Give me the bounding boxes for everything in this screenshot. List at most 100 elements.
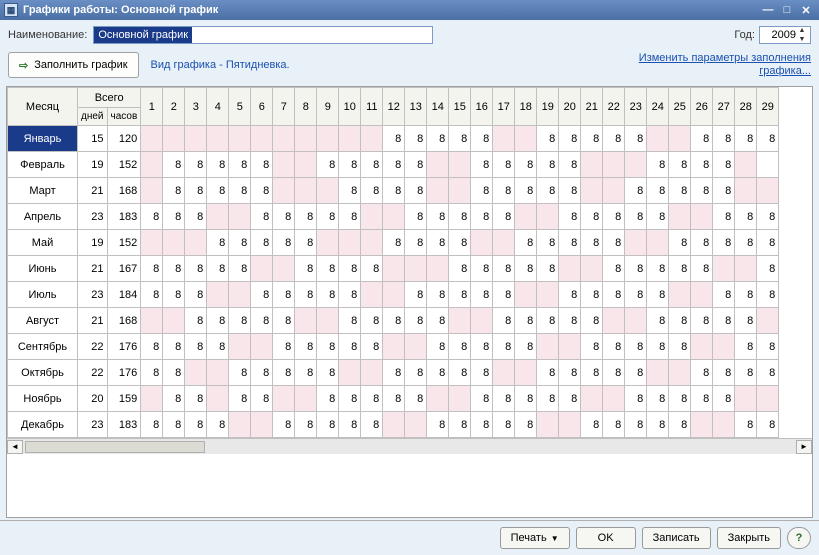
- day-cell[interactable]: 8: [383, 230, 405, 256]
- day-cell[interactable]: 8: [603, 334, 625, 360]
- day-cell[interactable]: 8: [339, 412, 361, 438]
- table-row[interactable]: Июнь2116788888888888888888888: [8, 256, 779, 282]
- month-cell[interactable]: Апрель: [8, 204, 78, 230]
- scroll-thumb[interactable]: [25, 441, 205, 453]
- day-cell[interactable]: 8: [251, 178, 273, 204]
- day-cell[interactable]: 8: [493, 256, 515, 282]
- day-cell[interactable]: [141, 178, 163, 204]
- day-cell[interactable]: [449, 152, 471, 178]
- day-cell[interactable]: [361, 282, 383, 308]
- day-cell[interactable]: [427, 386, 449, 412]
- day-cell[interactable]: 8: [603, 126, 625, 152]
- day-cell[interactable]: 8: [603, 412, 625, 438]
- day-cell[interactable]: [515, 126, 537, 152]
- schedule-grid[interactable]: МесяцВсего123456789101112131415161718192…: [7, 87, 779, 438]
- day-cell[interactable]: 8: [691, 126, 713, 152]
- month-cell[interactable]: Июль: [8, 282, 78, 308]
- help-button[interactable]: ?: [787, 527, 811, 549]
- day-cell[interactable]: 8: [361, 334, 383, 360]
- day-cell[interactable]: 8: [603, 230, 625, 256]
- day-cell[interactable]: 8: [713, 178, 735, 204]
- day-cell[interactable]: 8: [295, 412, 317, 438]
- day-cell[interactable]: 8: [603, 282, 625, 308]
- day-cell[interactable]: 8: [207, 230, 229, 256]
- day-cell[interactable]: [691, 282, 713, 308]
- day-cell[interactable]: 8: [713, 282, 735, 308]
- day-cell[interactable]: [229, 282, 251, 308]
- day-cell[interactable]: 8: [251, 230, 273, 256]
- close-window-button[interactable]: ✕: [797, 2, 815, 18]
- month-cell[interactable]: Август: [8, 308, 78, 334]
- scroll-right-icon[interactable]: ►: [796, 440, 812, 454]
- day-cell[interactable]: [449, 386, 471, 412]
- day-cell[interactable]: [141, 152, 163, 178]
- day-cell[interactable]: 8: [515, 334, 537, 360]
- day-cell[interactable]: [669, 204, 691, 230]
- day-cell[interactable]: 8: [339, 152, 361, 178]
- day-cell[interactable]: 8: [361, 256, 383, 282]
- day-cell[interactable]: [185, 230, 207, 256]
- day-cell[interactable]: [735, 152, 757, 178]
- day-cell[interactable]: 8: [295, 230, 317, 256]
- day-cell[interactable]: 8: [757, 230, 779, 256]
- day-cell[interactable]: 8: [537, 178, 559, 204]
- month-cell[interactable]: Март: [8, 178, 78, 204]
- day-cell[interactable]: 8: [449, 126, 471, 152]
- day-cell[interactable]: [537, 282, 559, 308]
- day-cell[interactable]: 8: [449, 282, 471, 308]
- day-cell[interactable]: 8: [735, 204, 757, 230]
- day-cell[interactable]: 8: [163, 282, 185, 308]
- day-cell[interactable]: 8: [581, 282, 603, 308]
- day-cell[interactable]: 8: [141, 282, 163, 308]
- day-cell[interactable]: 8: [559, 308, 581, 334]
- day-cell[interactable]: 8: [185, 282, 207, 308]
- day-cell[interactable]: 8: [515, 230, 537, 256]
- day-cell[interactable]: [405, 334, 427, 360]
- day-cell[interactable]: 8: [713, 360, 735, 386]
- day-cell[interactable]: 8: [229, 178, 251, 204]
- day-cell[interactable]: 8: [515, 308, 537, 334]
- day-cell[interactable]: [207, 282, 229, 308]
- day-cell[interactable]: [625, 308, 647, 334]
- day-cell[interactable]: [339, 360, 361, 386]
- day-cell[interactable]: [735, 386, 757, 412]
- day-cell[interactable]: [581, 386, 603, 412]
- day-cell[interactable]: 8: [427, 308, 449, 334]
- day-cell[interactable]: [603, 152, 625, 178]
- table-row[interactable]: Август2116888888888888888888888: [8, 308, 779, 334]
- day-cell[interactable]: 8: [251, 152, 273, 178]
- day-cell[interactable]: 8: [317, 412, 339, 438]
- day-cell[interactable]: 8: [559, 178, 581, 204]
- day-cell[interactable]: 8: [647, 204, 669, 230]
- day-cell[interactable]: 8: [383, 360, 405, 386]
- day-cell[interactable]: [537, 204, 559, 230]
- month-cell[interactable]: Ноябрь: [8, 386, 78, 412]
- day-cell[interactable]: [559, 334, 581, 360]
- day-cell[interactable]: 8: [163, 204, 185, 230]
- ok-button[interactable]: OK: [576, 527, 636, 549]
- day-cell[interactable]: 8: [647, 178, 669, 204]
- day-cell[interactable]: [669, 126, 691, 152]
- day-cell[interactable]: 8: [559, 386, 581, 412]
- day-cell[interactable]: [185, 126, 207, 152]
- day-cell[interactable]: [207, 126, 229, 152]
- day-cell[interactable]: 8: [383, 152, 405, 178]
- day-cell[interactable]: 8: [229, 360, 251, 386]
- day-cell[interactable]: 8: [493, 178, 515, 204]
- day-cell[interactable]: [757, 178, 779, 204]
- day-cell[interactable]: 8: [493, 152, 515, 178]
- day-cell[interactable]: 8: [669, 230, 691, 256]
- day-cell[interactable]: [405, 256, 427, 282]
- day-cell[interactable]: [317, 126, 339, 152]
- day-cell[interactable]: [691, 204, 713, 230]
- day-cell[interactable]: 8: [493, 412, 515, 438]
- day-cell[interactable]: 8: [691, 178, 713, 204]
- day-cell[interactable]: 8: [471, 360, 493, 386]
- day-cell[interactable]: [141, 126, 163, 152]
- day-cell[interactable]: [515, 204, 537, 230]
- day-cell[interactable]: 8: [449, 230, 471, 256]
- day-cell[interactable]: [383, 412, 405, 438]
- day-cell[interactable]: [713, 256, 735, 282]
- day-cell[interactable]: 8: [559, 360, 581, 386]
- day-cell[interactable]: 8: [691, 360, 713, 386]
